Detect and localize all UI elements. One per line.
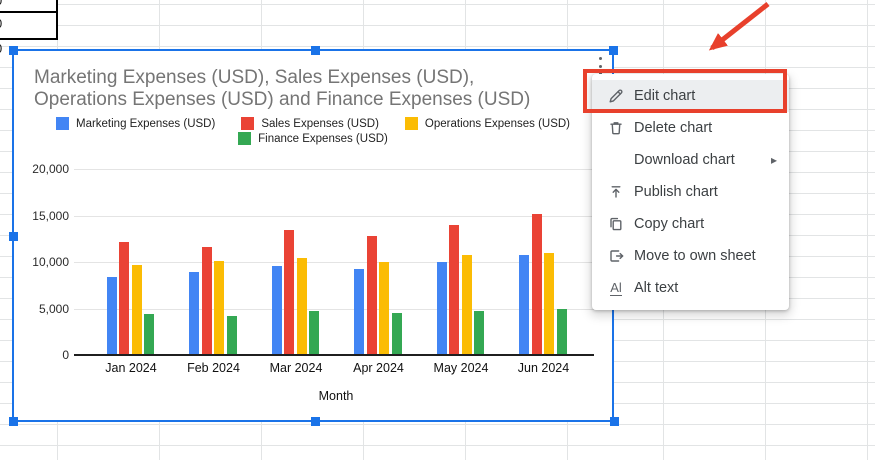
legend-label: Marketing Expenses (USD) [76,118,215,130]
y-axis-label: 20,000 [22,162,69,176]
trash-icon [605,120,627,136]
menu-item-label: Alt text [634,280,678,296]
menu-item-delete-chart[interactable]: Delete chart [592,112,789,144]
x-axis-label: May 2024 [421,361,501,375]
bar [309,311,319,355]
menu-item-publish-chart[interactable]: Publish chart [592,176,789,208]
copy-icon [605,216,627,232]
chart-title-line1: Marketing Expenses (USD), Sales Expenses… [34,67,474,89]
gridline-row [0,424,875,425]
submenu-arrow-icon: ▸ [771,153,777,167]
x-axis-label: Mar 2024 [256,361,336,375]
x-axis-label: Jan 2024 [91,361,171,375]
bar [272,266,282,355]
menu-item-label: Move to own sheet [634,248,756,264]
legend-swatch-icon [405,117,418,130]
embedded-chart[interactable]: Marketing Expenses (USD), Sales Expenses… [12,49,614,422]
bar [449,225,459,355]
gridline [74,262,594,263]
y-axis-label: 5,000 [22,302,69,316]
bar [107,277,117,355]
gridline [74,169,594,170]
y-axis-label: 10,000 [22,255,69,269]
legend-swatch-icon [238,132,251,145]
gridline-row [0,25,875,26]
x-axis-label: Jun 2024 [504,361,584,375]
legend-swatch-icon [241,117,254,130]
gridline-row [0,46,875,47]
gridline-col [867,0,868,460]
menu-item-download-chart[interactable]: Download chart ▸ [592,144,789,176]
gridline-row [0,4,875,5]
selection-handle[interactable] [9,232,18,241]
bar [462,255,472,355]
cell-border [56,0,58,40]
menu-item-move-to-own-sheet[interactable]: Move to own sheet [592,240,789,272]
bar [544,253,554,355]
bar [379,262,389,355]
bar [367,236,377,355]
menu-item-label: Copy chart [634,216,704,232]
bar [437,262,447,355]
gridline [74,309,594,310]
legend-label: Sales Expenses (USD) [261,118,379,130]
bar [202,247,212,355]
bar [392,313,402,355]
cell-value: 0 [0,16,9,31]
legend-item: Finance Expenses (USD) [238,132,388,145]
selection-handle[interactable] [311,417,320,426]
menu-item-alt-text[interactable]: Al Alt text [592,272,789,304]
x-axis-label: Feb 2024 [174,361,254,375]
cell-border [0,11,57,13]
legend-row: Finance Expenses (USD) [238,132,388,145]
y-axis-label: 15,000 [22,209,69,223]
legend-swatch-icon [56,117,69,130]
legend-item: Marketing Expenses (USD) [56,117,215,130]
selection-handle[interactable] [311,46,320,55]
cell-border [0,38,57,40]
x-axis-title: Month [14,389,658,403]
gridline [74,216,594,217]
bar [297,258,307,355]
bar [214,261,224,355]
legend-label: Finance Expenses (USD) [258,133,388,145]
menu-item-copy-chart[interactable]: Copy chart [592,208,789,240]
alt-text-icon: Al [605,281,627,296]
spreadsheet-canvas: { "spreadsheet": { "clipped_values": ["0… [0,0,875,460]
selection-handle[interactable] [609,46,618,55]
bar [354,269,364,355]
selection-handle[interactable] [9,417,18,426]
legend-label: Operations Expenses (USD) [425,118,570,130]
bar [227,316,237,355]
bar [144,314,154,355]
chart-title-line2: Operations Expenses (USD) and Finance Ex… [34,89,530,111]
menu-item-label: Publish chart [634,184,718,200]
annotation-highlight-box [583,69,787,113]
move-icon [605,248,627,264]
legend-row: Marketing Expenses (USD) Sales Expenses (… [56,117,570,130]
cell-value: 0 [0,0,9,8]
bar [532,214,542,355]
bar [519,255,529,355]
gridline-row [0,445,875,446]
bar [474,311,484,355]
publish-icon [605,184,627,200]
bar [557,309,567,356]
x-axis-line [74,354,594,356]
selection-handle[interactable] [610,417,619,426]
x-axis-label: Apr 2024 [339,361,419,375]
chart-legend: Marketing Expenses (USD) Sales Expenses (… [14,117,612,145]
legend-item: Sales Expenses (USD) [241,117,379,130]
selection-handle[interactable] [9,46,18,55]
menu-item-label: Download chart [634,152,735,168]
bar [132,265,142,355]
legend-item: Operations Expenses (USD) [405,117,570,130]
y-axis-label: 0 [22,348,69,362]
bar [119,242,129,355]
bar [189,272,199,355]
bar [284,230,294,355]
menu-item-label: Delete chart [634,120,712,136]
